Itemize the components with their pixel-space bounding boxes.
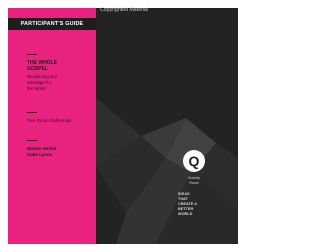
publisher-name: Society Room bbox=[174, 176, 214, 185]
small-group-rule bbox=[27, 112, 37, 113]
title-line-2: GOSPEL bbox=[27, 66, 48, 72]
tagline: IDEAS THAT CREATE A BETTER WORLD bbox=[178, 192, 210, 217]
author-2: Gabe Lyons bbox=[27, 152, 52, 157]
brand-line-2: Room bbox=[189, 180, 199, 185]
author-rule bbox=[27, 140, 37, 141]
pink-panel: PARTICIPANT'S GUIDE THE WHOLE GOSPEL Rec… bbox=[8, 8, 96, 244]
q-logo: Q bbox=[183, 150, 205, 172]
subtitle-line-3: the World bbox=[27, 86, 46, 91]
book-subtitle: Reclaiming Our Message for the World bbox=[27, 74, 93, 92]
page: PARTICIPANT'S GUIDE THE WHOLE GOSPEL Rec… bbox=[0, 0, 248, 252]
book-title: THE WHOLE GOSPEL bbox=[27, 60, 93, 72]
participants-guide-label: PARTICIPANT'S GUIDE bbox=[8, 18, 96, 30]
small-group-text: Five Group Gatherings bbox=[27, 118, 72, 123]
tagline-line-5: WORLD bbox=[178, 212, 193, 216]
watermark-text: Copyrighted Material bbox=[100, 7, 148, 13]
authors: Norton Herbst Gabe Lyons bbox=[27, 146, 93, 158]
title-rule bbox=[27, 54, 37, 55]
geometric-facets bbox=[96, 98, 238, 244]
